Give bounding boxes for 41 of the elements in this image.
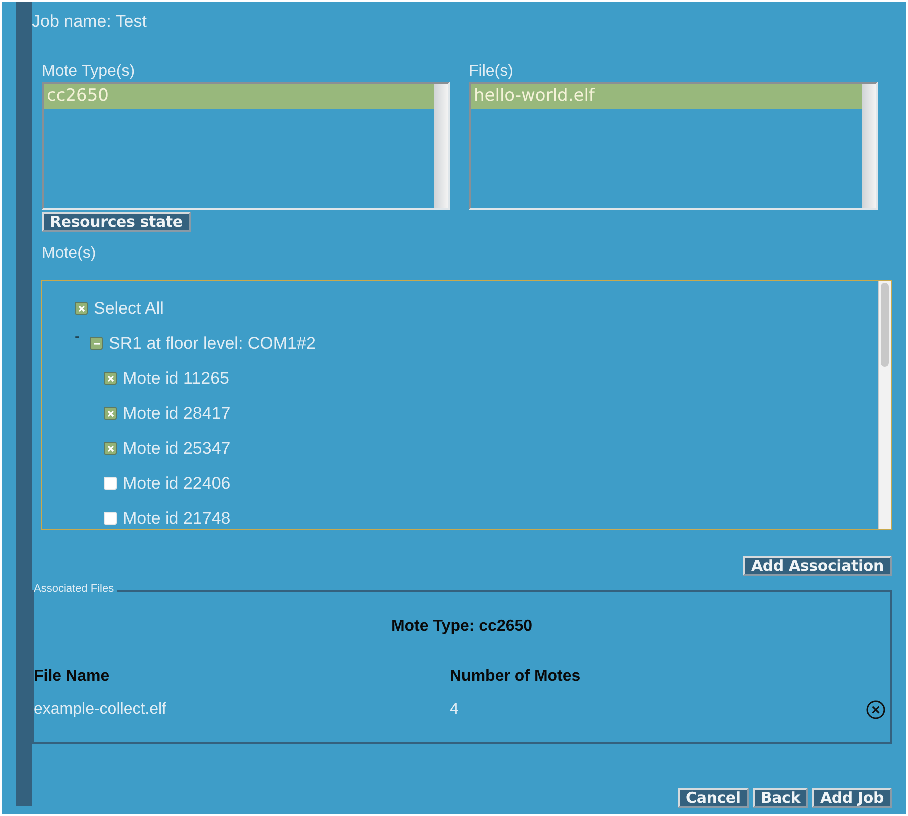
cross-icon xyxy=(106,444,114,452)
footer-button[interactable]: Cancel xyxy=(678,788,749,808)
list-label: File(s) xyxy=(469,62,514,82)
scrollbar[interactable] xyxy=(878,281,891,529)
resources-state-button[interactable]: Resources state xyxy=(42,212,191,232)
scrollbar[interactable] xyxy=(434,84,448,208)
checkbox[interactable] xyxy=(75,302,88,315)
collapse-toggle[interactable]: - xyxy=(75,329,80,343)
panel-legend: Associated Files xyxy=(34,583,118,595)
scrollbar-thumb[interactable] xyxy=(881,283,889,367)
job-name: Job name: Test xyxy=(32,11,148,33)
tree-item[interactable]: Mote id 21748 xyxy=(123,508,231,528)
table-cell-text: 4 xyxy=(450,700,460,718)
list-box[interactable]: hello-world.elf xyxy=(469,82,878,210)
tree-item[interactable]: Select All xyxy=(94,298,164,318)
cross-icon xyxy=(78,304,86,312)
checkbox[interactable] xyxy=(104,372,117,385)
checkbox[interactable] xyxy=(90,337,103,350)
column-header: Number of Motes xyxy=(450,668,582,686)
tree-item[interactable]: Mote id 25347 xyxy=(123,438,231,458)
tree-item[interactable]: Mote id 22406 xyxy=(123,474,231,494)
table-cell-text: example-collect.elf xyxy=(34,700,168,718)
remove-icon[interactable] xyxy=(866,700,886,720)
checkbox[interactable] xyxy=(104,407,117,420)
scrollbar[interactable] xyxy=(862,84,876,208)
checkbox[interactable] xyxy=(104,442,117,455)
list-item[interactable]: cc2650 xyxy=(44,84,434,109)
add-association-button[interactable]: Add Association xyxy=(743,556,892,576)
cross-icon xyxy=(106,410,114,418)
column-header: File Name xyxy=(34,668,111,686)
tree-item[interactable]: SR1 at floor level: COM1#2 xyxy=(109,334,316,354)
footer-button[interactable]: Add Job xyxy=(812,788,892,808)
list-box[interactable]: cc2650 xyxy=(42,82,450,210)
tree-item[interactable]: Mote id 28417 xyxy=(123,404,231,424)
footer-button[interactable]: Back xyxy=(752,788,808,808)
list-item[interactable]: hello-world.elf xyxy=(471,84,862,109)
motes-label: Mote(s) xyxy=(41,244,98,264)
tree-item[interactable]: Mote id 11265 xyxy=(123,368,230,388)
list-label: Mote Type(s) xyxy=(42,62,136,82)
mote-type-heading: Mote Type: cc2650 xyxy=(390,617,534,637)
cross-icon xyxy=(106,374,114,382)
